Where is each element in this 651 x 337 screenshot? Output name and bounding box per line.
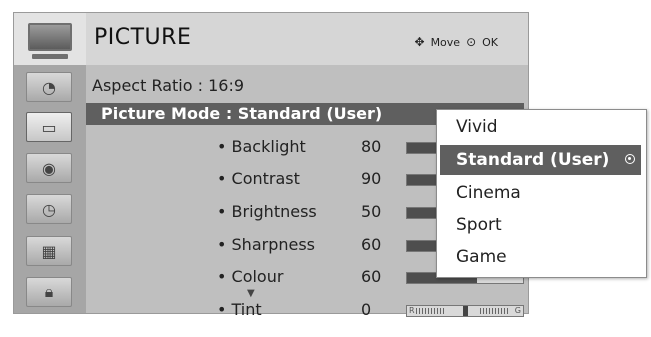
sidebar-item-picture[interactable]: ▭ [26,112,72,142]
tint-ticks-left [416,308,446,314]
option-standard-user[interactable]: Standard (User) [440,145,641,175]
tint-red-label: R [409,306,415,315]
option-game[interactable]: Game [440,242,641,272]
option-label: Vivid [456,117,498,137]
tint-ticks-right [480,308,510,314]
setting-label: • Contrast [217,169,300,188]
setting-value: 80 [361,137,382,156]
sidebar-item-lock[interactable]: 🔒︎ [26,277,72,307]
option-label: Game [456,247,507,267]
hint-ok-label: OK [482,35,498,49]
title-icon-box [14,13,86,65]
setting-value: 0 [361,300,372,319]
tv-picture-icon: ▭ [41,117,57,137]
sidebar-item-option[interactable]: ▦ [26,236,72,266]
setting-value: 60 [361,267,382,286]
tint-marker [463,306,468,316]
setting-value: 50 [361,202,382,221]
calendar-icon: ▦ [41,241,57,261]
selected-radio-icon [625,154,635,164]
setting-label: • Brightness [217,202,317,221]
option-sport[interactable]: Sport [440,210,641,240]
setting-value: 90 [361,169,382,188]
option-label: Cinema [456,183,521,203]
page-title: PICTURE [94,25,192,50]
option-vivid[interactable]: Vivid [440,112,641,142]
tint-slider[interactable]: R G [406,305,524,317]
setting-label: • Backlight [217,137,306,156]
lock-icon: 🔒︎ [44,282,54,301]
sidebar-item-time[interactable]: ◷ [26,194,72,224]
option-cinema[interactable]: Cinema [440,178,641,208]
option-label: Standard (User) [456,150,610,170]
move-arrows-icon: ✥ [414,35,425,49]
sidebar-item-audio[interactable]: ◉ [26,153,72,183]
scroll-down-arrow-icon[interactable]: ▼ [247,288,255,299]
sidebar-item-setup[interactable]: ◔ [26,72,72,102]
setting-label: • Tint [217,300,262,319]
title-bar: PICTURE ✥ Move ⊙ OK [14,13,528,65]
setting-row-tint[interactable]: • Tint 0 R G [86,300,524,322]
clock-icon: ◷ [42,199,56,219]
option-label: Sport [456,215,502,235]
speaker-icon: ◉ [42,158,56,178]
setting-label: • Sharpness [217,235,316,254]
satellite-dish-icon: ◔ [42,77,56,97]
ok-button-icon: ⊙ [466,35,477,49]
tint-green-label: G [514,306,521,315]
setting-value: 60 [361,235,382,254]
tv-icon [28,23,72,59]
picture-mode-label: Picture Mode : Standard (User) [101,104,383,123]
hint-move-label: Move [430,35,461,49]
nav-hint: ✥ Move ⊙ OK [415,35,499,49]
setting-label: • Colour [217,267,284,286]
aspect-ratio-item[interactable]: Aspect Ratio : 16:9 [92,76,244,95]
sidebar: ◔ ▭ ◉ ◷ ▦ 🔒︎ [14,65,86,313]
picture-mode-dropdown: Vivid Standard (User) Cinema Sport Game [436,109,647,278]
